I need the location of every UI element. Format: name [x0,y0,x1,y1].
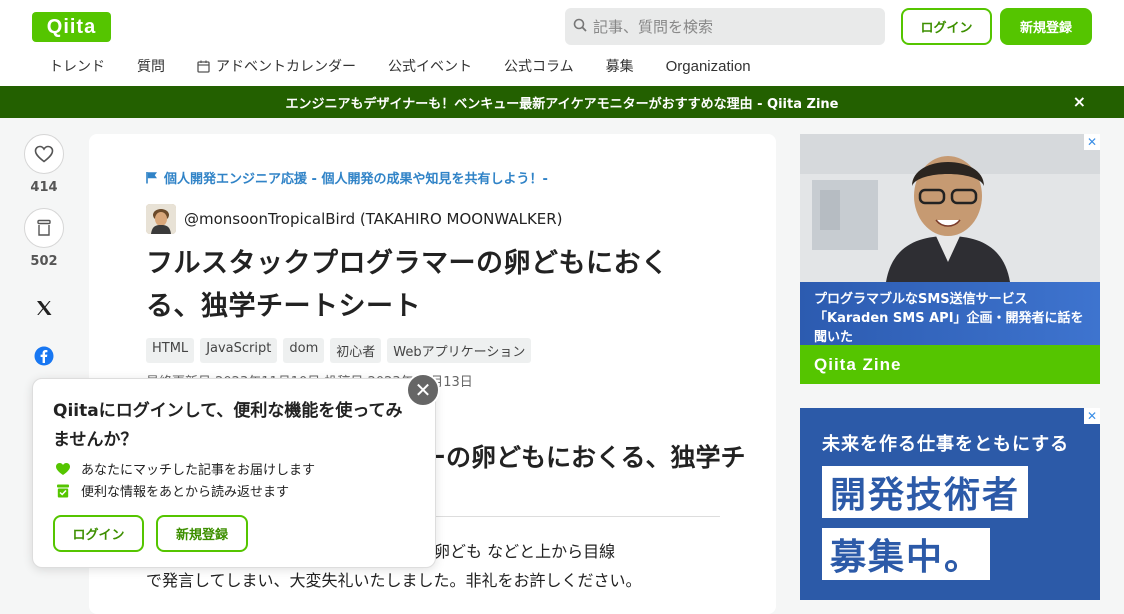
search-icon [573,17,587,36]
nav-recruitment[interactable]: 募集 [590,56,650,76]
tag-dom[interactable]: dom [283,338,325,363]
popup-login-button[interactable]: ログイン [53,515,144,552]
tag-beginner[interactable]: 初心者 [330,338,382,363]
ad-blue-caption: プログラマブルなSMS送信サービス 「Karaden SMS API」企画・開発… [800,282,1100,345]
ad-caption-line: 「Karaden SMS API」企画・開発者に話を聞いた [814,311,1084,345]
nav-official-events[interactable]: 公式イベント [372,56,488,76]
nav-trend[interactable]: トレンド [33,56,121,76]
search-input[interactable] [593,17,873,36]
heart-filled-icon [55,462,71,476]
search-box[interactable] [565,8,885,45]
login-prompt-popup: Qiitaにログインして、便利な機能を使ってみませんか？ あなたにマッチした記事… [32,378,436,568]
popup-feature-text: あなたにマッチした記事をお届けします [81,463,316,478]
tag-javascript[interactable]: JavaScript [200,338,278,363]
x-logo-icon [35,299,53,317]
facebook-share-button[interactable] [24,336,64,376]
signup-button[interactable]: 新規登録 [1000,8,1092,45]
ad2-tagline: 未来を作る仕事をともにする [822,434,1070,455]
ad-caption-line: プログラマブルなSMS送信サービス [814,292,1028,307]
qiita-logo[interactable]: Qiita [32,12,111,42]
ad-qiita-zine[interactable]: プログラマブルなSMS送信サービス 「Karaden SMS API」企画・開発… [800,134,1100,384]
ad-recruitment[interactable]: 未来を作る仕事をともにする 開発技術者 募集中。 ✕ [800,408,1100,600]
stock-icon [36,219,52,237]
nav-official-columns[interactable]: 公式コラム [488,56,590,76]
ad-photo [800,134,1100,282]
nav-advent-calendar-label: アドベントカレンダー [216,59,356,75]
facebook-icon [34,346,54,366]
x-share-button[interactable] [24,288,64,328]
promo-banner-text[interactable]: エンジニアもデザイナーも！ベンキュー最新アイケアモニターがおすすめな理由 - Q… [286,93,839,112]
banner-close-icon[interactable]: × [1073,92,1086,111]
site-header: Qiita ログイン 新規登録 トレンド 質問 アドベントカレンダー 公式イベン… [0,0,1124,86]
author-row[interactable]: @monsoonTropicalBird (TAKAHIRO MOONWALKE… [146,204,563,234]
main-nav: トレンド 質問 アドベントカレンダー 公式イベント 公式コラム 募集 Organ… [33,50,767,82]
ad-choices-icon[interactable]: ✕ [1084,134,1100,150]
ad2-headline-box: 募集中。 [822,528,991,580]
organization-link[interactable]: 個人開発エンジニア応援 - 個人開発の成果や知見を共有しよう！- [146,168,548,187]
heart-icon [34,145,54,163]
ad2-headline-box: 開発技術者 [822,466,1029,518]
body-line: で発言してしまい、大変失礼いたしました。非礼をお許しください。 [146,571,642,590]
popup-close-icon[interactable]: ✕ [406,373,440,407]
stock-button[interactable] [24,208,64,248]
author-avatar[interactable] [146,204,176,234]
stock-filled-icon [55,484,71,498]
popup-signup-button[interactable]: 新規登録 [156,515,248,552]
like-button[interactable] [24,134,64,174]
calendar-icon [197,60,210,73]
popup-feature-text: 便利な情報をあとから読み返せます [81,485,290,500]
popup-feature-item: 便利な情報をあとから読み返せます [55,481,289,500]
nav-questions[interactable]: 質問 [121,56,181,76]
ad-choices-icon[interactable]: ✕ [1084,408,1100,424]
login-button[interactable]: ログイン [901,8,992,45]
ad-brand-bar: Qiita Zine [800,345,1100,384]
promo-banner[interactable]: エンジニアもデザイナーも！ベンキュー最新アイケアモニターがおすすめな理由 - Q… [0,86,1124,118]
nav-advent-calendar[interactable]: アドベントカレンダー [181,56,372,76]
stock-count: 502 [30,254,58,269]
nav-organization[interactable]: Organization [650,58,767,75]
tag-html[interactable]: HTML [146,338,195,363]
like-count: 414 [30,180,58,195]
tag-web-application[interactable]: Webアプリケーション [387,338,532,363]
popup-feature-item: あなたにマッチした記事をお届けします [55,459,315,478]
popup-title: Qiitaにログインして、便利な機能を使ってみませんか？ [53,401,403,450]
action-rail: 414 502 [24,134,64,376]
author-name[interactable]: @monsoonTropicalBird (TAKAHIRO MOONWALKE… [184,210,563,228]
tag-list: HTML JavaScript dom 初心者 Webアプリケーション [146,338,532,363]
article-title: フルスタックプログラマーの卵どもにおくる、独学チートシート [146,248,669,322]
flag-icon [146,171,158,184]
organization-link-text: 個人開発エンジニア応援 - 個人開発の成果や知見を共有しよう！- [164,172,548,187]
